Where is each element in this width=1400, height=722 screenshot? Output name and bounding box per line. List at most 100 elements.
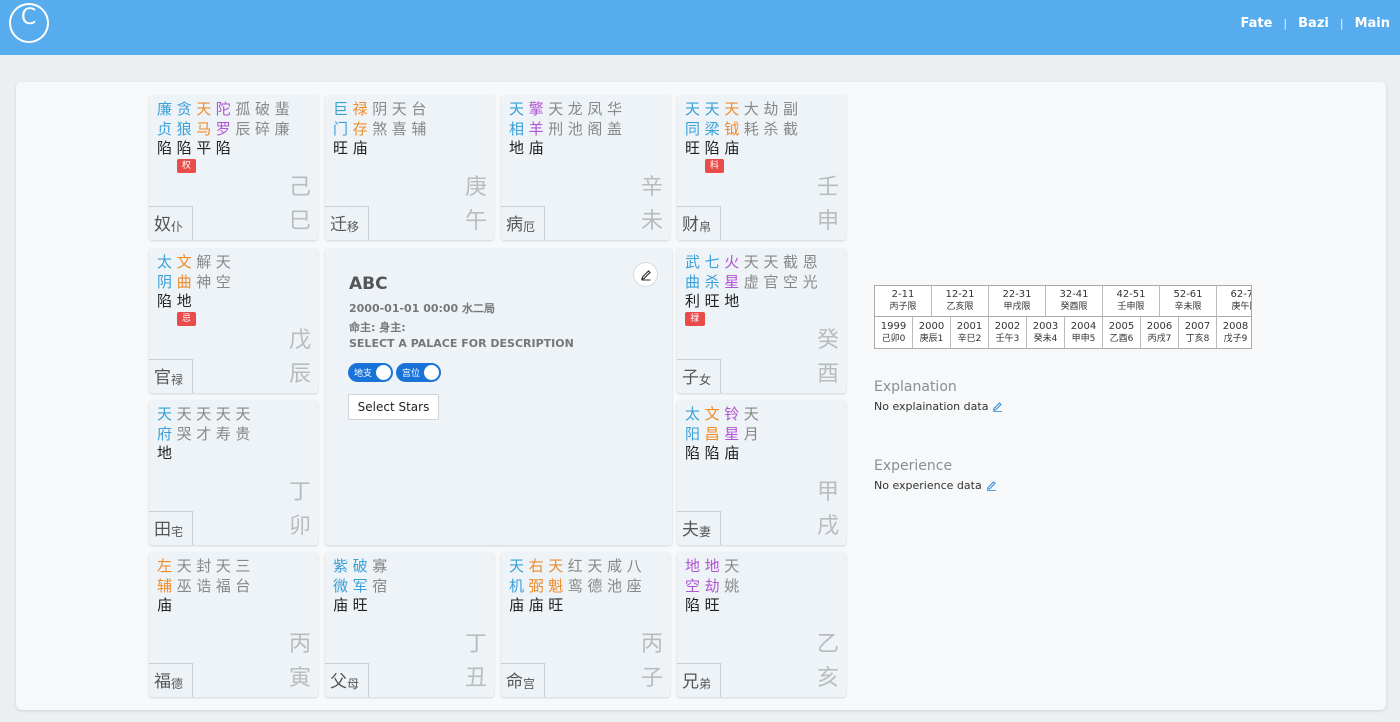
palace-mao[interactable]: 天天天天天府哭才寿贵地丁卯田宅 bbox=[149, 400, 318, 545]
palace-name-box[interactable]: 命宫 bbox=[501, 663, 545, 697]
palace-name-sub: 德 bbox=[171, 677, 184, 691]
nav-main-link[interactable]: Main bbox=[1355, 16, 1390, 31]
palace-name-box[interactable]: 财帛 bbox=[677, 206, 721, 240]
palace-name: 官 bbox=[154, 368, 171, 388]
palace-yin[interactable]: 左天封天三辅巫诰福台庙丙寅福德 bbox=[149, 552, 318, 697]
decade-cell[interactable]: 22-31 甲戌限 bbox=[989, 286, 1046, 317]
year-cell[interactable]: 1999 己卯0 bbox=[875, 317, 913, 348]
star-char: 天 bbox=[509, 100, 525, 118]
year-cell[interactable]: 2000 庚辰1 bbox=[913, 317, 951, 348]
palace-wu[interactable]: 巨禄阴天台门存煞喜辅旺庙庚午 迁移 bbox=[325, 95, 494, 240]
year-cell[interactable]: 2005 乙酉6 bbox=[1103, 317, 1141, 348]
star-char: 凤 bbox=[587, 100, 603, 118]
palace-stem: 庚 bbox=[464, 175, 487, 200]
star-char: 羊 bbox=[528, 120, 544, 138]
edit-explanation-icon[interactable] bbox=[992, 401, 1003, 412]
palace-name-box[interactable]: 奴仆 bbox=[149, 206, 193, 240]
star-char: 存 bbox=[352, 120, 368, 138]
palace-branch: 未 bbox=[640, 209, 663, 234]
star-row: 天天天大劫副 bbox=[685, 99, 803, 119]
star-char: 罗 bbox=[215, 120, 231, 138]
decade-range: 22-31 bbox=[1002, 289, 1032, 300]
decade-range: 32-41 bbox=[1059, 289, 1089, 300]
nav-fate-link[interactable]: Fate bbox=[1240, 16, 1272, 31]
star-row: 武七火天天截恩 bbox=[685, 252, 822, 272]
decade-cell[interactable]: 12-21 乙亥限 bbox=[932, 286, 989, 317]
copyright-logo-icon[interactable]: C bbox=[9, 3, 49, 43]
mutagen-slot: 忌 bbox=[176, 312, 197, 326]
palace-name-sub: 移 bbox=[347, 220, 360, 234]
decade-range: 2-11 bbox=[891, 289, 915, 300]
edit-button[interactable] bbox=[633, 262, 658, 287]
palace-branch: 子 bbox=[640, 666, 663, 691]
decade-cell[interactable]: 32-41 癸酉限 bbox=[1046, 286, 1103, 317]
decade-ganzhi: 甲戌限 bbox=[1003, 302, 1031, 312]
nav-bazi-link[interactable]: Bazi bbox=[1298, 16, 1329, 31]
palace-name-sub: 宅 bbox=[171, 525, 184, 539]
toggle-dizhi[interactable]: 地支 bbox=[348, 363, 394, 382]
palace-branch: 酉 bbox=[816, 362, 839, 387]
star-char: 陷 bbox=[176, 139, 192, 157]
star-char: 阴 bbox=[157, 273, 173, 291]
year-cell[interactable]: 2003 癸未4 bbox=[1027, 317, 1065, 348]
palace-name: 父 bbox=[330, 672, 347, 692]
decade-cell[interactable]: 2-11 丙子限 bbox=[875, 286, 932, 317]
year-cell[interactable]: 2002 壬午3 bbox=[989, 317, 1027, 348]
decade-cell[interactable]: 52-61 辛未限 bbox=[1160, 286, 1217, 317]
decade-cell[interactable]: 42-51 壬申限 bbox=[1103, 286, 1160, 317]
palace-chen[interactable]: 太文解天阴曲神空陷地忌戊辰 官禄 bbox=[149, 248, 318, 393]
palace-name-box[interactable]: 兄弟 bbox=[677, 663, 721, 697]
top-header: C Fate | Bazi | Main bbox=[0, 0, 1400, 55]
star-row: 庙旺 bbox=[333, 595, 372, 615]
decade-range: 52-61 bbox=[1173, 289, 1203, 300]
palace-you[interactable]: 武七火天天截恩曲杀星虚官空光利旺地禄癸酉子女 bbox=[677, 248, 846, 393]
year-cell[interactable]: 2006 丙戌7 bbox=[1141, 317, 1179, 348]
star-char: 巨 bbox=[333, 100, 349, 118]
palace-xu[interactable]: 太文铃天阳昌星月陷陷庙甲戌夫妻 bbox=[677, 400, 846, 545]
star-row: 地 bbox=[157, 443, 177, 463]
palace-name-box[interactable]: 迁移 bbox=[325, 206, 369, 240]
palace-si[interactable]: 廉贪天陀孤破蜚贞狼马罗辰碎廉陷陷平陷权己巳奴仆 bbox=[149, 95, 318, 240]
palace-stem: 甲 bbox=[816, 480, 839, 505]
palace-name-box[interactable]: 田宅 bbox=[149, 511, 193, 545]
palace-chou[interactable]: 紫破寡微军宿庙旺丁丑 父母 bbox=[325, 552, 494, 697]
mutagen-row: 忌 bbox=[157, 312, 197, 326]
palace-name-box[interactable]: 病厄 bbox=[501, 206, 545, 240]
palace-wei[interactable]: 天擎天龙凤华相羊刑池阁盖地庙辛未病厄 bbox=[501, 95, 670, 240]
star-char: 碎 bbox=[254, 120, 270, 138]
year-cell[interactable]: 2007 丁亥8 bbox=[1179, 317, 1217, 348]
palace-name-box[interactable]: 福德 bbox=[149, 663, 193, 697]
toggle-gongwei-label: 宫位 bbox=[402, 369, 421, 379]
star-char: 喜 bbox=[391, 120, 407, 138]
mutagen-badge: 权 bbox=[176, 159, 197, 173]
palace-branch: 申 bbox=[816, 209, 839, 234]
palace-name-box[interactable]: 父母 bbox=[325, 663, 369, 697]
select-stars-button[interactable]: Select Stars bbox=[348, 394, 439, 420]
star-char: 武 bbox=[685, 253, 701, 271]
year-cell[interactable]: 2001 辛巳2 bbox=[951, 317, 989, 348]
toggle-gongwei[interactable]: 宫位 bbox=[396, 363, 442, 382]
star-char: 曲 bbox=[685, 273, 701, 291]
decade-cell[interactable]: 62-71 庚午限 bbox=[1217, 286, 1251, 317]
star-row: 门存煞喜辅 bbox=[333, 119, 431, 139]
explanation-title: Explanation bbox=[874, 379, 957, 395]
star-row: 左天封天三 bbox=[157, 556, 255, 576]
star-char: 铃 bbox=[724, 405, 740, 423]
decade-range: 12-21 bbox=[945, 289, 975, 300]
palace-shen[interactable]: 天天天大劫副同梁钺耗杀截旺陷庙科壬申财帛 bbox=[677, 95, 846, 240]
edit-experience-icon[interactable] bbox=[986, 480, 997, 491]
palace-zi[interactable]: 天右天红天咸八机弼魁鸾德池座庙庙旺丙子命宫 bbox=[501, 552, 670, 697]
star-char: 煞 bbox=[372, 120, 388, 138]
star-char: 昌 bbox=[704, 425, 720, 443]
palace-name-box[interactable]: 官禄 bbox=[149, 359, 193, 393]
star-char: 池 bbox=[567, 120, 583, 138]
year-cell[interactable]: 2004 甲申5 bbox=[1065, 317, 1103, 348]
palace-name-box[interactable]: 夫妻 bbox=[677, 511, 721, 545]
year-number: 2004 bbox=[1070, 321, 1097, 332]
palace-name-box[interactable]: 子女 bbox=[677, 359, 721, 393]
palace-name: 子 bbox=[682, 368, 699, 388]
star-row: 旺庙 bbox=[333, 138, 372, 158]
star-char: 辅 bbox=[157, 577, 173, 595]
year-cell[interactable]: 2008 戊子9 bbox=[1217, 317, 1251, 348]
palace-hai[interactable]: 地地天空劫姚陷旺乙亥兄弟 bbox=[677, 552, 846, 697]
